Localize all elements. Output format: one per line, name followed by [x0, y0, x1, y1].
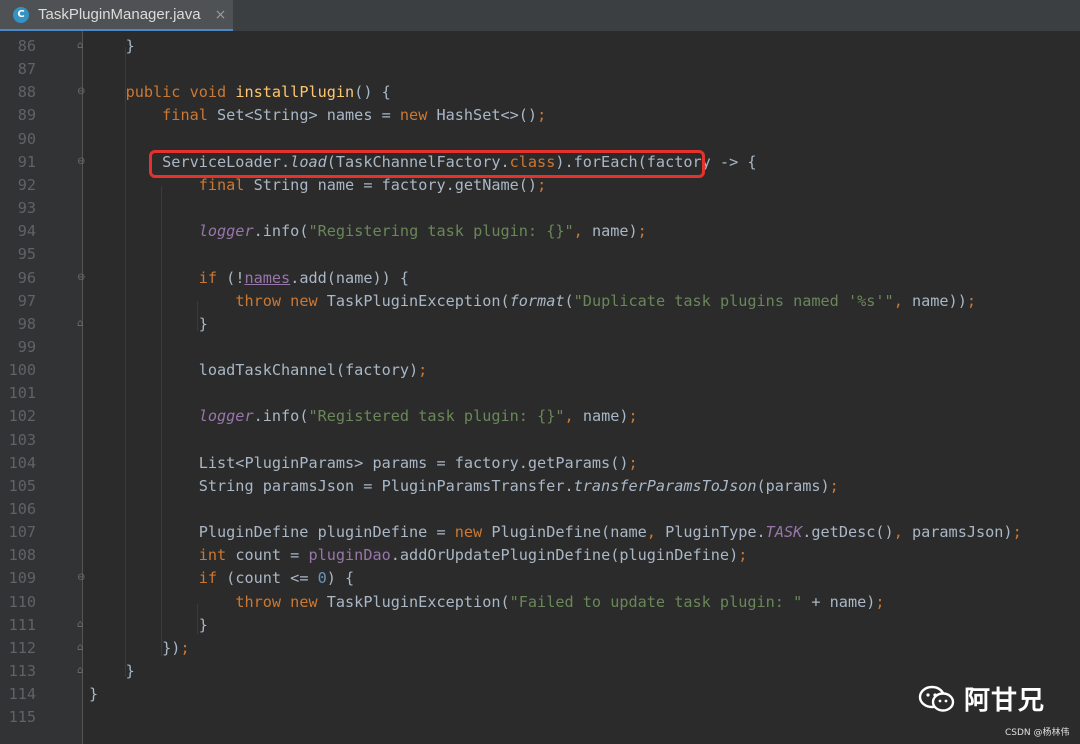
code-editor[interactable]: 86 ⌂ } 87 88 ⊖ public void installPlugin() {…: [0, 31, 1080, 744]
code-text: logger.info("Registered task plugin: {}"…: [198, 407, 638, 426]
line-number: 97: [17, 291, 36, 310]
line-number: 94: [17, 222, 36, 241]
code-line[interactable]: 108 int count = pluginDao.addOrUpdatePlu…: [0, 544, 1080, 567]
fold-close-icon[interactable]: ⌂: [77, 318, 87, 329]
line-number: 95: [17, 245, 36, 264]
line-number: 102: [8, 407, 36, 426]
code-text: }: [89, 685, 99, 704]
close-icon[interactable]: ×: [215, 7, 227, 23]
line-number: 104: [8, 453, 36, 472]
line-number: 89: [17, 106, 36, 125]
line-number: 106: [8, 500, 36, 518]
line-number: 98: [17, 314, 36, 333]
line-number: 109: [8, 569, 36, 588]
code-line[interactable]: 104 List<PluginParams> params = factory.…: [0, 452, 1080, 475]
code-line[interactable]: 98 ⌂ }: [0, 313, 1080, 336]
code-text: logger.info("Registering task plugin: {}…: [198, 222, 647, 241]
line-number: 114: [8, 685, 36, 704]
line-number: 91: [17, 152, 36, 171]
line-number: 103: [8, 430, 36, 449]
line-number: 87: [17, 60, 36, 79]
code-line[interactable]: 96 ⊖ if (!names.add(name)) {: [0, 267, 1080, 290]
code-line[interactable]: 86 ⌂ }: [0, 35, 1080, 58]
code-line[interactable]: 89 final Set<String> names = new HashSet…: [0, 104, 1080, 127]
java-class-icon: C: [13, 6, 29, 23]
code-text: });: [89, 638, 190, 657]
line-number: 100: [8, 361, 36, 380]
code-line[interactable]: 103: [0, 429, 1080, 452]
tab-taskpluginmanager[interactable]: C TaskPluginManager.java ×: [0, 0, 233, 32]
code-text: throw new TaskPluginException(format("Du…: [235, 291, 977, 310]
line-number: 105: [8, 476, 36, 495]
fold-close-icon[interactable]: ⌂: [77, 619, 87, 630]
line-number: 96: [17, 268, 36, 287]
code-line[interactable]: 95: [0, 243, 1080, 266]
line-number: 90: [17, 129, 36, 148]
line-number: 108: [8, 546, 36, 565]
code-line[interactable]: 101: [0, 382, 1080, 405]
code-line[interactable]: 110 throw new TaskPluginException("Faile…: [0, 591, 1080, 614]
highlight-box: [149, 150, 705, 178]
code-text: if (!names.add(name)) {: [198, 268, 410, 287]
watermark-credit: CSDN @杨林伟: [1005, 728, 1070, 738]
fold-close-icon[interactable]: ⌂: [77, 666, 87, 676]
tab-title: TaskPluginManager.java: [38, 6, 201, 23]
code-text: List<PluginParams> params = factory.getP…: [89, 453, 638, 472]
fold-open-icon[interactable]: ⊖: [77, 87, 87, 97]
code-text: loadTaskChannel(factory);: [89, 361, 428, 380]
code-text: }: [89, 615, 208, 634]
code-line[interactable]: 88 ⊖ public void installPlugin() {: [0, 81, 1080, 104]
line-number: 107: [8, 523, 36, 542]
code-text: PluginDefine pluginDefine = new PluginDe…: [89, 523, 1022, 542]
code-line[interactable]: 90: [0, 128, 1080, 151]
code-line[interactable]: 100 loadTaskChannel(factory);: [0, 359, 1080, 382]
fold-open-icon[interactable]: ⊖: [77, 156, 87, 167]
editor-tab-bar: C TaskPluginManager.java ×: [0, 0, 1080, 32]
code-line[interactable]: 87: [0, 58, 1080, 81]
line-number: 88: [17, 83, 36, 102]
code-line[interactable]: 109 ⊖ if (count <= 0) {: [0, 567, 1080, 590]
code-text: String paramsJson = PluginParamsTransfer…: [89, 476, 839, 495]
line-number: 92: [17, 175, 36, 194]
code-text: throw new TaskPluginException("Failed to…: [235, 592, 885, 611]
code-line[interactable]: 102 logger.info("Registered task plugin:…: [0, 405, 1080, 428]
code-text: }: [89, 662, 135, 681]
fold-close-icon[interactable]: ⌂: [77, 41, 87, 51]
code-text: final Set<String> names = new HashSet<>(…: [162, 106, 547, 125]
code-line[interactable]: 99: [0, 336, 1080, 359]
line-number: 111: [8, 615, 36, 634]
line-number: 112: [8, 638, 36, 657]
code-line[interactable]: 107 PluginDefine pluginDefine = new Plug…: [0, 521, 1080, 544]
fold-close-icon[interactable]: ⌂: [77, 642, 87, 653]
code-text: public void installPlugin() {: [125, 83, 391, 102]
watermark-name: 阿甘兄: [964, 686, 1046, 716]
code-text: if (count <= 0) {: [198, 569, 355, 588]
line-number: 113: [8, 662, 36, 681]
fold-open-icon[interactable]: ⊖: [77, 272, 87, 283]
code-line[interactable]: 105 String paramsJson = PluginParamsTran…: [0, 475, 1080, 498]
code-line[interactable]: 112 ⌂ });: [0, 637, 1080, 660]
code-text: int count = pluginDao.addOrUpdatePluginD…: [198, 546, 748, 565]
code-line[interactable]: 106: [0, 498, 1080, 521]
code-line[interactable]: 94 logger.info("Registering task plugin:…: [0, 220, 1080, 243]
code-line[interactable]: 93: [0, 197, 1080, 220]
line-number: 115: [8, 708, 36, 727]
wechat-icon: [918, 685, 955, 712]
line-number: 101: [8, 384, 36, 403]
line-number: 86: [17, 37, 36, 55]
code-line[interactable]: 111 ⌂ }: [0, 614, 1080, 637]
code-text: }: [89, 314, 208, 333]
code-line[interactable]: 97 throw new TaskPluginException(format(…: [0, 290, 1080, 313]
line-number: 110: [8, 592, 36, 611]
code-text: }: [89, 37, 135, 55]
line-number: 93: [17, 199, 36, 218]
line-number: 99: [17, 337, 36, 356]
fold-open-icon[interactable]: ⊖: [77, 573, 87, 583]
watermark: 阿甘兄: [918, 680, 1045, 717]
